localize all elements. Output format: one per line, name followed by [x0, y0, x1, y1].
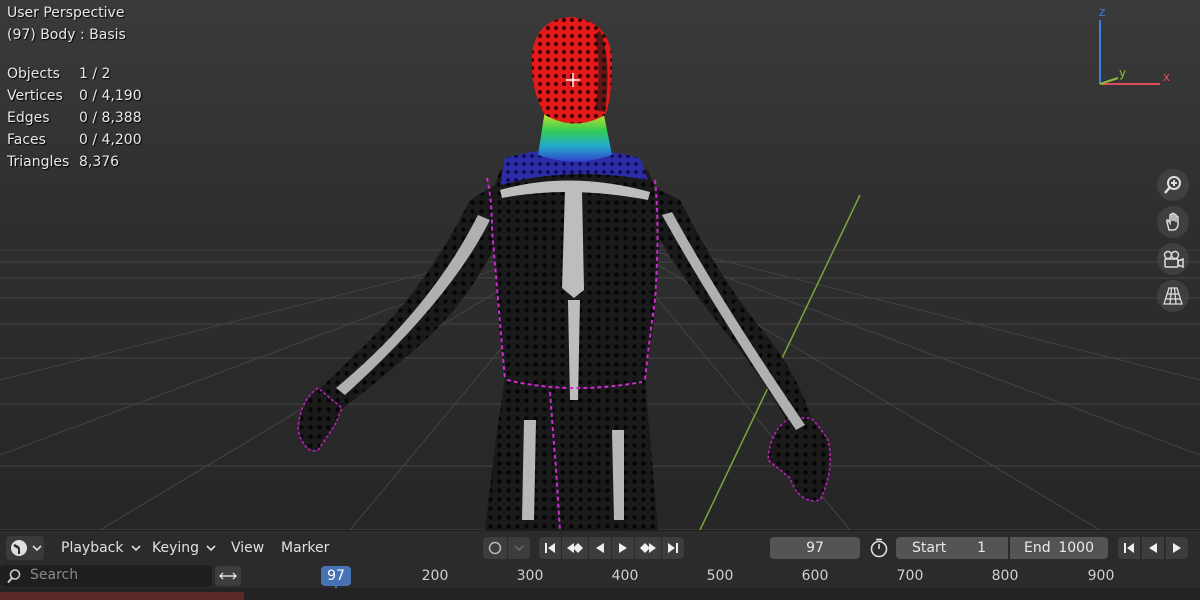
stat-faces: Faces 0 / 4,200	[7, 132, 142, 148]
ruler-label: 700	[896, 568, 924, 584]
grid-perspective-icon[interactable]	[1157, 280, 1189, 312]
frame-start-value: 1	[977, 540, 986, 556]
preview-range-button[interactable]	[868, 537, 892, 559]
zoom-icon[interactable]	[1157, 169, 1189, 201]
jump-start-icon	[1124, 543, 1134, 553]
object-info: (97) Body : Basis	[7, 27, 126, 43]
playback-menu[interactable]: Playback	[54, 536, 142, 560]
left-leg-bone	[522, 420, 536, 520]
pan-hand-icon[interactable]	[1157, 206, 1189, 238]
stat-vertices: Vertices 0 / 4,190	[7, 88, 142, 104]
record-icon	[488, 541, 502, 555]
playback-menu-label: Playback	[61, 540, 124, 556]
jump-to-next-keyframe-button[interactable]	[635, 537, 661, 559]
play-icon	[1173, 543, 1181, 553]
playhead[interactable]: 97	[321, 566, 351, 586]
axis-y-label: y	[1119, 66, 1127, 80]
right-hand	[767, 417, 831, 502]
chevron-down-icon	[206, 545, 216, 552]
axis-x-label: x	[1163, 70, 1171, 84]
timeline-channels-area	[0, 588, 1200, 600]
current-frame-field[interactable]: 97	[770, 537, 860, 559]
ruler-label: 300	[516, 568, 544, 584]
axis-gizmo[interactable]	[1099, 20, 1160, 85]
right-leg-bone	[612, 430, 624, 520]
prev-keyframe-icon	[567, 543, 583, 553]
jump-to-start-button-2[interactable]	[1118, 537, 1140, 559]
jump-to-start-button[interactable]	[539, 537, 561, 559]
jump-to-prev-keyframe-button[interactable]	[562, 537, 588, 559]
ruler-label: 200	[421, 568, 449, 584]
search-placeholder: Search	[30, 567, 79, 583]
ruler-label: 800	[991, 568, 1019, 584]
auto-keying-button[interactable]	[483, 537, 507, 559]
frame-end-label: End	[1024, 540, 1051, 556]
fit-range-button[interactable]	[215, 566, 241, 586]
jump-start-icon	[545, 543, 555, 553]
ruler-label: 500	[706, 568, 734, 584]
chevron-down-icon	[32, 545, 42, 552]
3d-viewport[interactable]: z y x User Perspective (97) Body : Basis…	[0, 0, 1200, 530]
ruler-label: 900	[1087, 568, 1115, 584]
right-arm-bone	[662, 212, 805, 430]
stat-triangles: Triangles 8,376	[7, 154, 120, 170]
ruler-label: 400	[611, 568, 639, 584]
frame-end-field[interactable]: End 1000	[1010, 537, 1108, 559]
editor-type-button[interactable]	[6, 536, 44, 560]
camera-icon[interactable]	[1157, 243, 1189, 275]
play-icon	[619, 543, 627, 553]
viewport-scene	[0, 17, 1200, 530]
step-back-button[interactable]	[1142, 537, 1164, 559]
tie-area	[562, 190, 584, 298]
stat-edges: Edges 0 / 8,388	[7, 110, 142, 126]
jump-to-end-button[interactable]	[662, 537, 684, 559]
play-button[interactable]	[612, 537, 634, 559]
marker-menu[interactable]: Marker	[281, 536, 329, 560]
horizontal-arrows-icon	[219, 572, 237, 580]
play-reverse-icon	[1149, 543, 1157, 553]
keying-options-button[interactable]	[508, 537, 530, 559]
scene-statistics: Objects 1 / 2 Vertices 0 / 4,190 Edges 0 / …	[7, 63, 142, 173]
spine-area	[568, 300, 580, 400]
jump-end-icon	[668, 543, 678, 553]
frame-start-field[interactable]: Start 1	[896, 537, 1008, 559]
axis-z-label: z	[1099, 5, 1106, 19]
view-name: User Perspective	[7, 5, 125, 21]
chevron-down-icon	[514, 544, 524, 551]
stat-objects: Objects 1 / 2	[7, 66, 111, 82]
clock-icon	[11, 540, 27, 556]
channel-row	[0, 592, 244, 600]
timeline-header: Playback Keying View Marker 97 Start 1 E…	[0, 530, 1200, 565]
ruler-label: 600	[801, 568, 829, 584]
frame-end-value: 1000	[1058, 540, 1094, 556]
frame-start-label: Start	[912, 540, 947, 556]
stopwatch-icon	[870, 538, 888, 558]
view-menu[interactable]: View	[231, 536, 264, 560]
play-reverse-icon	[596, 543, 604, 553]
search-icon	[7, 569, 21, 584]
chevron-down-icon	[131, 545, 141, 552]
next-keyframe-icon	[640, 543, 656, 553]
legs	[485, 378, 658, 530]
keying-menu-label: Keying	[152, 540, 200, 556]
character-mesh	[297, 17, 831, 530]
play-reverse-button[interactable]	[589, 537, 611, 559]
search-field[interactable]: Search	[0, 565, 212, 587]
keying-menu[interactable]: Keying	[145, 536, 220, 560]
step-forward-button[interactable]	[1166, 537, 1188, 559]
